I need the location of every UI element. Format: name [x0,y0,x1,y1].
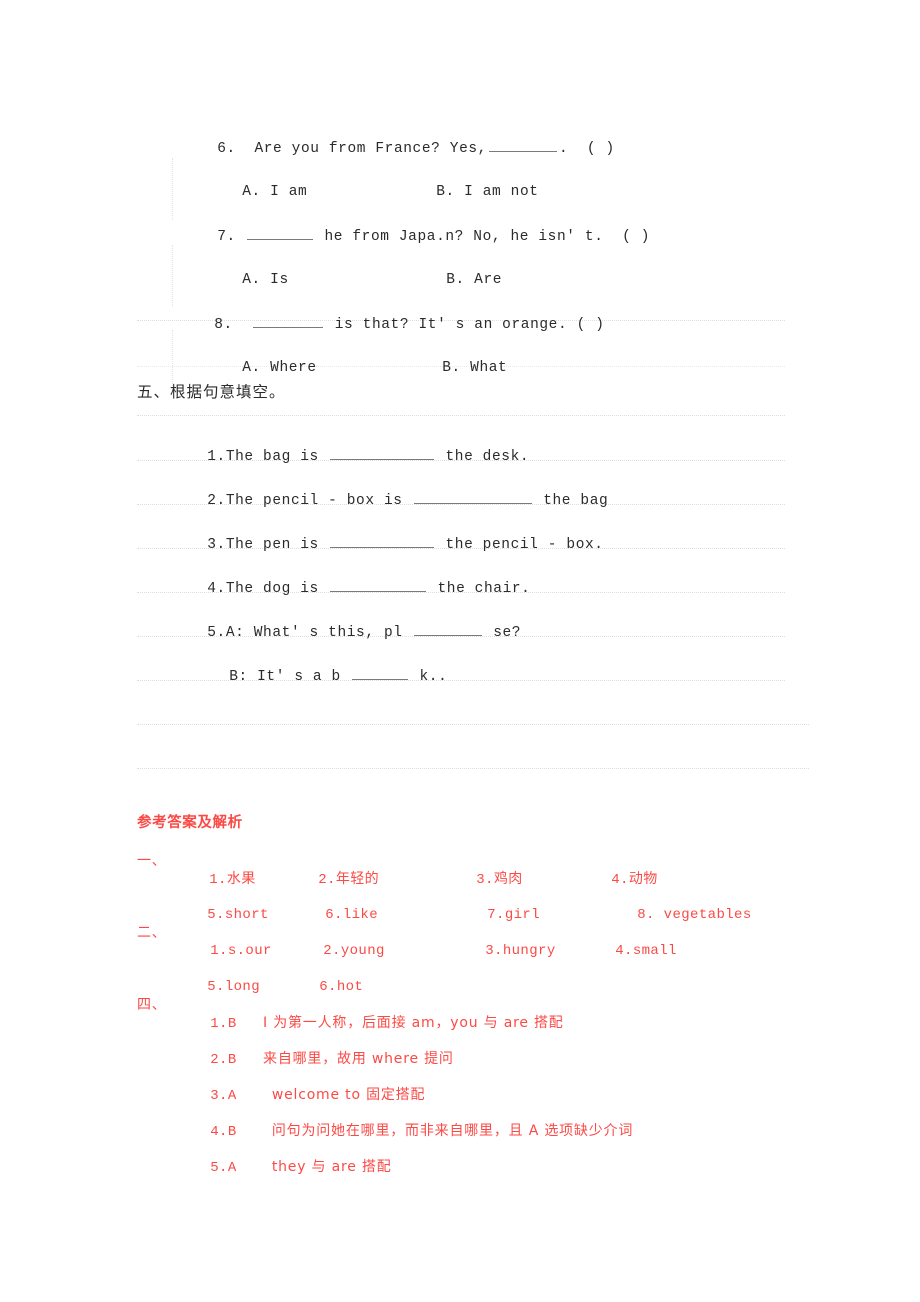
option-text: Where [270,360,317,376]
section-five-heading: 五、根据句意填空。 [137,383,286,401]
answer-blank[interactable] [352,667,409,680]
answer-number: 1. [210,943,228,959]
guide-rule [137,768,809,770]
question-number: 8. [214,317,233,333]
answer-key-heading: 参考答案及解析 [137,815,243,831]
option-label: A. [242,184,261,200]
answer-number: 1.B [210,1016,237,1032]
answer-number: 7. [487,907,505,923]
item-text-before: B: It' s a b [229,669,341,685]
answer-text: s.our [227,943,272,959]
worksheet-page: 6. Are you from France? Yes, . ( ) A. I a… [0,0,920,1302]
option-text: I am not [464,184,539,200]
answer-number: 5. [207,979,225,995]
answer-text: young [340,943,385,959]
answer-four-item-5: 5.A they 与 are 搭配 [175,1140,392,1195]
answer-blank[interactable] [247,227,314,240]
answer-blank[interactable] [330,447,435,460]
answer-number: 1. [209,872,227,888]
answer-number: 4.B [210,1124,237,1140]
question-stem-tail: . ( ) [558,141,615,157]
question-stem: Are you from France? Yes, [254,141,487,157]
answer-section-two-marker: 二、 [137,925,167,941]
answer-blank[interactable] [330,579,427,592]
answer-explanation: 问句为问她在哪里，而非来自哪里，且 A 选项缺少介词 [271,1123,634,1139]
item-text-before: A: What' s this, pl [225,625,403,641]
item-number: 1. [207,449,226,465]
option-text: Are [474,272,503,288]
answer-explanation: they 与 are 搭配 [271,1159,392,1175]
answer-number: 4. [615,943,633,959]
item-text-after: the pencil - box. [445,537,604,553]
answer-text: 水果 [226,871,256,887]
option-label: B. [446,272,465,288]
guide-vertical-rule-2 [172,245,174,307]
option-label: A. [242,272,261,288]
guide-rule [137,415,785,417]
answer-blank[interactable] [488,139,557,152]
answer-number: 2.B [210,1052,237,1068]
answer-number: 2. [318,872,336,888]
answer-number: 8. [637,907,655,923]
answer-number: 6. [319,979,337,995]
answer-number: 2. [323,943,341,959]
item-text-before: The bag is [225,449,319,465]
answer-blank[interactable] [253,315,324,328]
fill-item-5b: B: It' s a b k.. [192,649,447,704]
answer-text: hungry [502,943,556,959]
answer-number: 5.A [210,1160,237,1176]
item-text-before: The pen is [225,537,319,553]
answer-text: 年轻的 [335,871,380,887]
answer-number: 4. [611,872,629,888]
item-number: 3. [207,537,226,553]
answer-section-one-marker: 一、 [137,853,167,869]
answer-blank[interactable] [413,623,482,636]
answer-blank[interactable] [330,535,435,548]
answer-blank[interactable] [413,491,532,504]
option-label: B. [442,360,461,376]
item-text-after: the chair. [437,581,531,597]
item-text-after: the desk. [445,449,530,465]
question-stem-tail: he from Japa.n? No, he isn' t. ( ) [324,229,651,245]
option-text: What [470,360,508,376]
item-text-before: The pencil - box is [225,493,403,509]
answer-explanation: I 为第一人称，后面接 am，you 与 are 搭配 [263,1015,564,1031]
guide-vertical-rule-1 [172,158,174,220]
answer-text: vegetables [663,907,752,923]
answer-explanation: 来自哪里，故用 where 提问 [263,1051,454,1067]
answer-section-four-marker: 四、 [137,997,167,1013]
answer-explanation: welcome to 固定搭配 [271,1087,426,1103]
item-number: 4. [207,581,226,597]
answer-text: hot [336,979,364,995]
option-text: Is [270,272,289,288]
answer-number: 3. [485,943,503,959]
option-text: I am [270,184,308,200]
answer-number: 3.A [210,1088,237,1104]
answer-number: 3. [476,872,494,888]
option-label: B. [436,184,455,200]
item-text-after: se? [493,625,522,641]
answer-text: long [224,979,261,995]
answer-two-item-4: 4.small [580,924,677,978]
answer-text: short [224,907,269,923]
item-text-after: k.. [419,669,448,685]
guide-rule [137,724,809,726]
question-number: 6. [217,141,236,157]
answer-text: 鸡肉 [493,871,523,887]
item-number: 5. [207,625,226,641]
item-text-before: The dog is [225,581,319,597]
answer-text: like [342,907,379,923]
option-label: A. [242,360,261,376]
question-stem-tail: is that? It' s an orange. ( ) [334,317,605,333]
question-number: 7. [217,229,236,245]
answer-text: girl [504,907,541,923]
mc-option-8b[interactable]: B. What [405,341,507,395]
answer-text: 动物 [628,871,658,887]
item-text-after: the bag [543,493,609,509]
answer-number: 5. [207,907,225,923]
answer-text: small [632,943,677,959]
item-number: 2. [207,493,226,509]
answer-number: 6. [325,907,343,923]
answer-two-item-3: 3.hungry [450,924,556,978]
